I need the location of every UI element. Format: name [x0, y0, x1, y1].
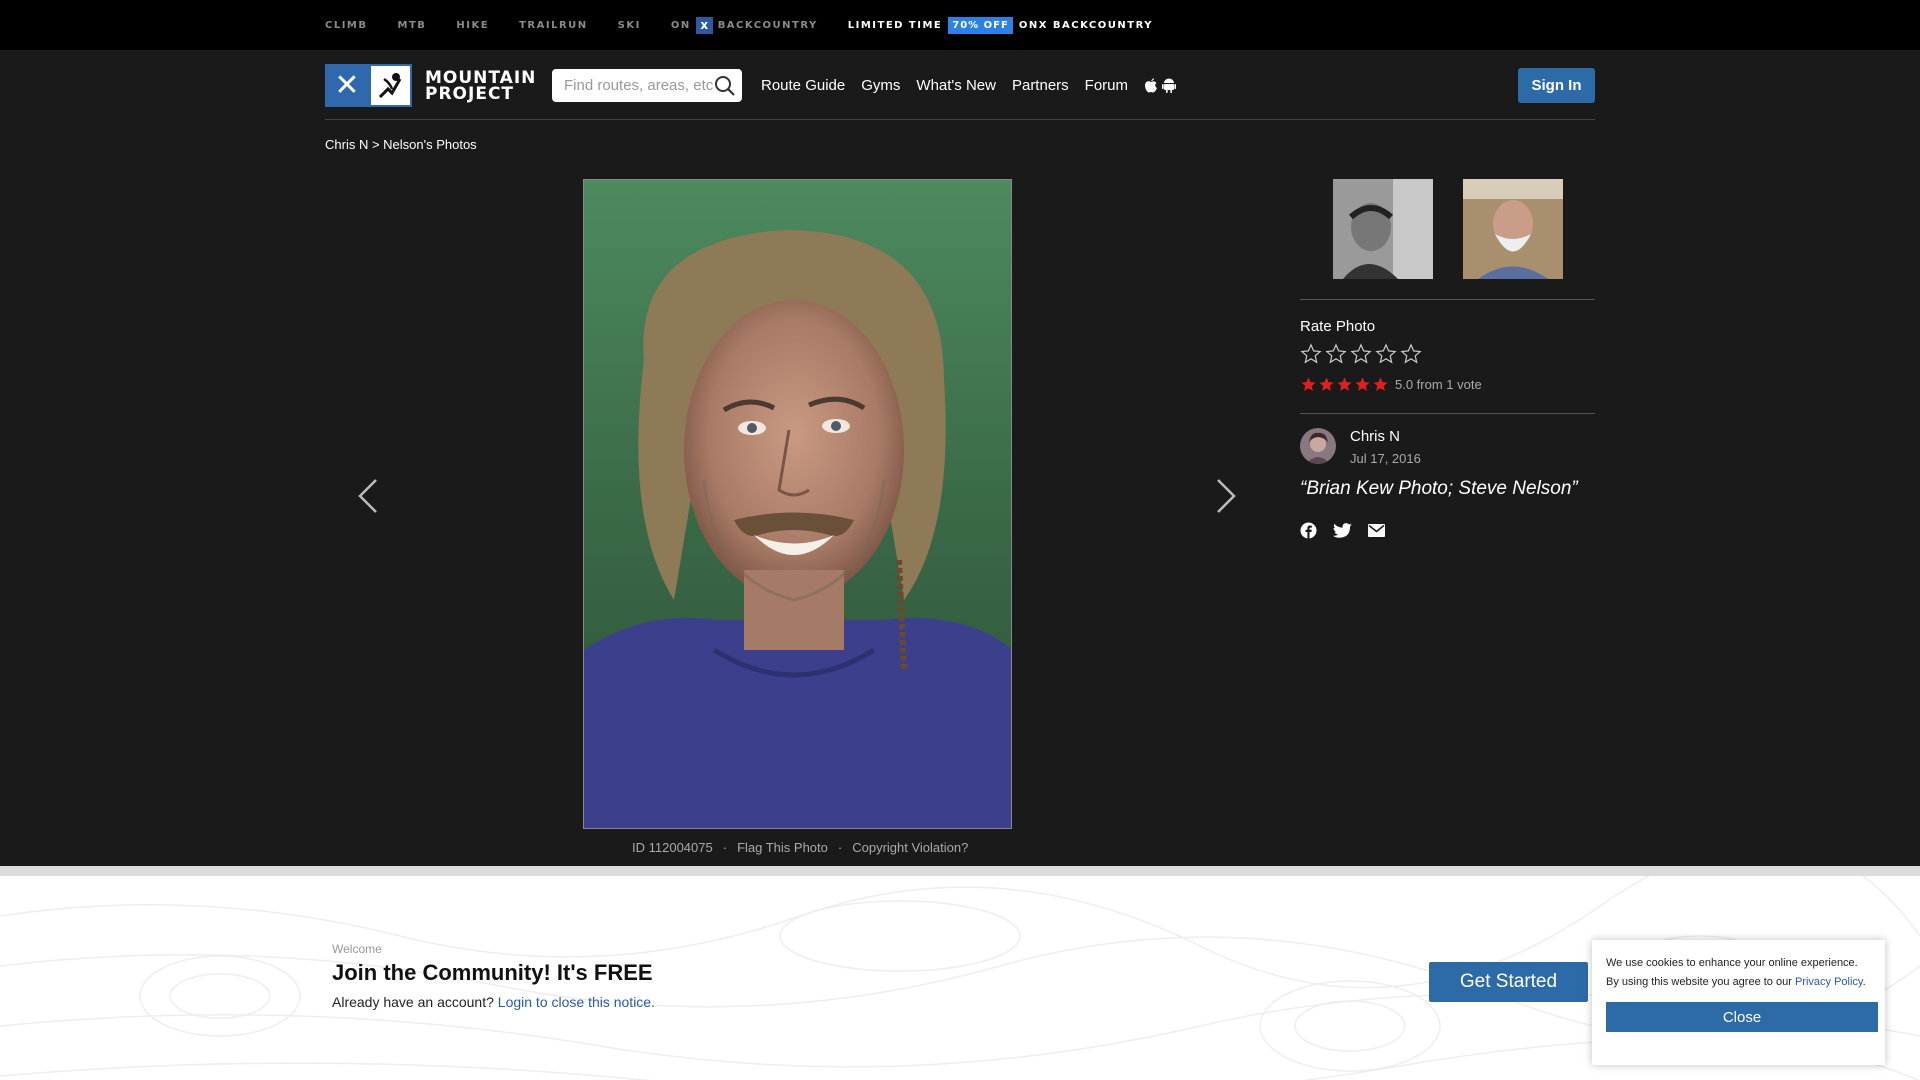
rate-star-3-icon[interactable] [1350, 343, 1372, 365]
nav-forum[interactable]: Forum [1085, 77, 1128, 94]
search-box [552, 69, 742, 102]
account-prompt: Already have an account? Login to close … [332, 994, 655, 1010]
get-started-button[interactable]: Get Started [1429, 962, 1588, 1002]
rate-star-1-icon[interactable] [1300, 343, 1322, 365]
meta-separator: · [837, 840, 843, 855]
rate-photo-label: Rate Photo [1300, 318, 1376, 335]
onx-backcountry-link[interactable]: ON x BACKCOUNTRY [670, 16, 818, 34]
breadcrumb[interactable]: Chris N > Nelson's Photos [325, 137, 477, 152]
topbar-link-climb[interactable]: CLIMB [325, 20, 368, 31]
filled-star-icon [1373, 377, 1388, 391]
topbar-links: CLIMB MTB HIKE TRAILRUN SKI ON x BACKCOU… [325, 0, 1153, 50]
on-label: ON [670, 19, 691, 31]
filled-star-icon [1355, 377, 1370, 391]
photo-id: ID 112004075 [632, 840, 713, 855]
average-rating-stars [1300, 376, 1389, 393]
climber-logo-icon [369, 64, 412, 107]
previous-photo-arrow-icon[interactable] [356, 476, 380, 516]
nav-partners[interactable]: Partners [1012, 77, 1069, 94]
flag-photo-link[interactable]: Flag This Photo [737, 840, 828, 855]
android-icon[interactable] [1162, 77, 1177, 93]
photo-caption: “Brian Kew Photo; Steve Nelson” [1300, 478, 1578, 499]
login-link[interactable]: Login to close this notice. [498, 994, 655, 1010]
promo-suffix: ONX BACKCOUNTRY [1018, 19, 1153, 31]
nav-whats-new[interactable]: What's New [916, 77, 996, 94]
search-icon[interactable] [714, 75, 736, 97]
author-info: Chris N Jul 17, 2016 [1350, 428, 1421, 466]
topbar-link-ski[interactable]: SKI [618, 20, 641, 31]
meta-separator: · [722, 840, 728, 855]
filled-star-icon [1337, 377, 1352, 391]
cookie-close-button[interactable]: Close [1606, 1002, 1878, 1032]
welcome-label: Welcome [332, 942, 382, 956]
next-photo-arrow-icon[interactable] [1214, 476, 1238, 516]
copyright-violation-link[interactable]: Copyright Violation? [852, 840, 968, 855]
facebook-icon[interactable] [1300, 522, 1317, 539]
sign-in-button[interactable]: Sign In [1518, 68, 1595, 103]
promo-topbar: CLIMB MTB HIKE TRAILRUN SKI ON x BACKCOU… [0, 0, 1920, 50]
filled-star-icon [1319, 377, 1334, 391]
avatar[interactable] [1300, 428, 1336, 464]
promo-badge: 70% OFF [948, 16, 1013, 34]
backcountry-label: BACKCOUNTRY [717, 19, 818, 31]
photo-sidebar: Rate Photo 5.0 from 1 vote Chris N Jul 1… [1300, 179, 1595, 539]
related-thumbnails [1300, 179, 1595, 300]
onx-logo-icon: ✕ [325, 64, 369, 107]
share-links [1300, 522, 1595, 539]
cookie-message: We use cookies to enhance your online ex… [1606, 957, 1866, 988]
onx-icon: x [695, 16, 713, 34]
apple-icon[interactable] [1144, 77, 1158, 93]
promo-prefix: LIMITED TIME [847, 19, 943, 31]
rate-star-5-icon[interactable] [1400, 343, 1422, 365]
account-text: Already have an account? [332, 994, 494, 1010]
rate-stars [1300, 343, 1595, 365]
author-name[interactable]: Chris N [1350, 428, 1421, 445]
thumbnail-photo[interactable] [1332, 179, 1433, 279]
logo-wordmark: MOUNTAIN PROJECT [425, 69, 536, 104]
privacy-policy-link[interactable]: Privacy Policy [1795, 976, 1863, 988]
main-nav: Route Guide Gyms What's New Partners For… [761, 50, 1177, 120]
twitter-icon[interactable] [1333, 522, 1352, 539]
topbar-link-mtb[interactable]: MTB [398, 20, 427, 31]
rating-summary: 5.0 from 1 vote [1395, 377, 1482, 392]
rate-star-2-icon[interactable] [1325, 343, 1347, 365]
email-icon[interactable] [1368, 524, 1385, 537]
nav-gyms[interactable]: Gyms [861, 77, 900, 94]
author-block: Chris N Jul 17, 2016 [1300, 428, 1595, 466]
topbar-link-hike[interactable]: HIKE [456, 20, 489, 31]
mountain-project-logo[interactable]: ✕ MOUNTAIN PROJECT [325, 64, 536, 107]
rate-star-4-icon[interactable] [1375, 343, 1397, 365]
join-title: Join the Community! It's FREE [332, 960, 653, 985]
upload-date: Jul 17, 2016 [1350, 451, 1421, 466]
search-input[interactable] [564, 77, 714, 94]
filled-star-icon [1301, 377, 1316, 391]
cookie-notice: We use cookies to enhance your online ex… [1592, 940, 1885, 1065]
promo-link[interactable]: LIMITED TIME 70% OFF ONX BACKCOUNTRY [847, 16, 1153, 34]
app-links [1144, 77, 1177, 93]
nav-route-guide[interactable]: Route Guide [761, 77, 845, 94]
topbar-link-trailrun[interactable]: TRAILRUN [519, 20, 588, 31]
portrait-image [584, 180, 1011, 828]
average-rating: 5.0 from 1 vote [1300, 376, 1595, 414]
site-header: ✕ MOUNTAIN PROJECT Route Guide Gyms What… [325, 50, 1595, 120]
logo-line2: PROJECT [425, 83, 515, 104]
main-photo [583, 179, 1012, 829]
thumbnail-photo[interactable] [1462, 179, 1563, 279]
